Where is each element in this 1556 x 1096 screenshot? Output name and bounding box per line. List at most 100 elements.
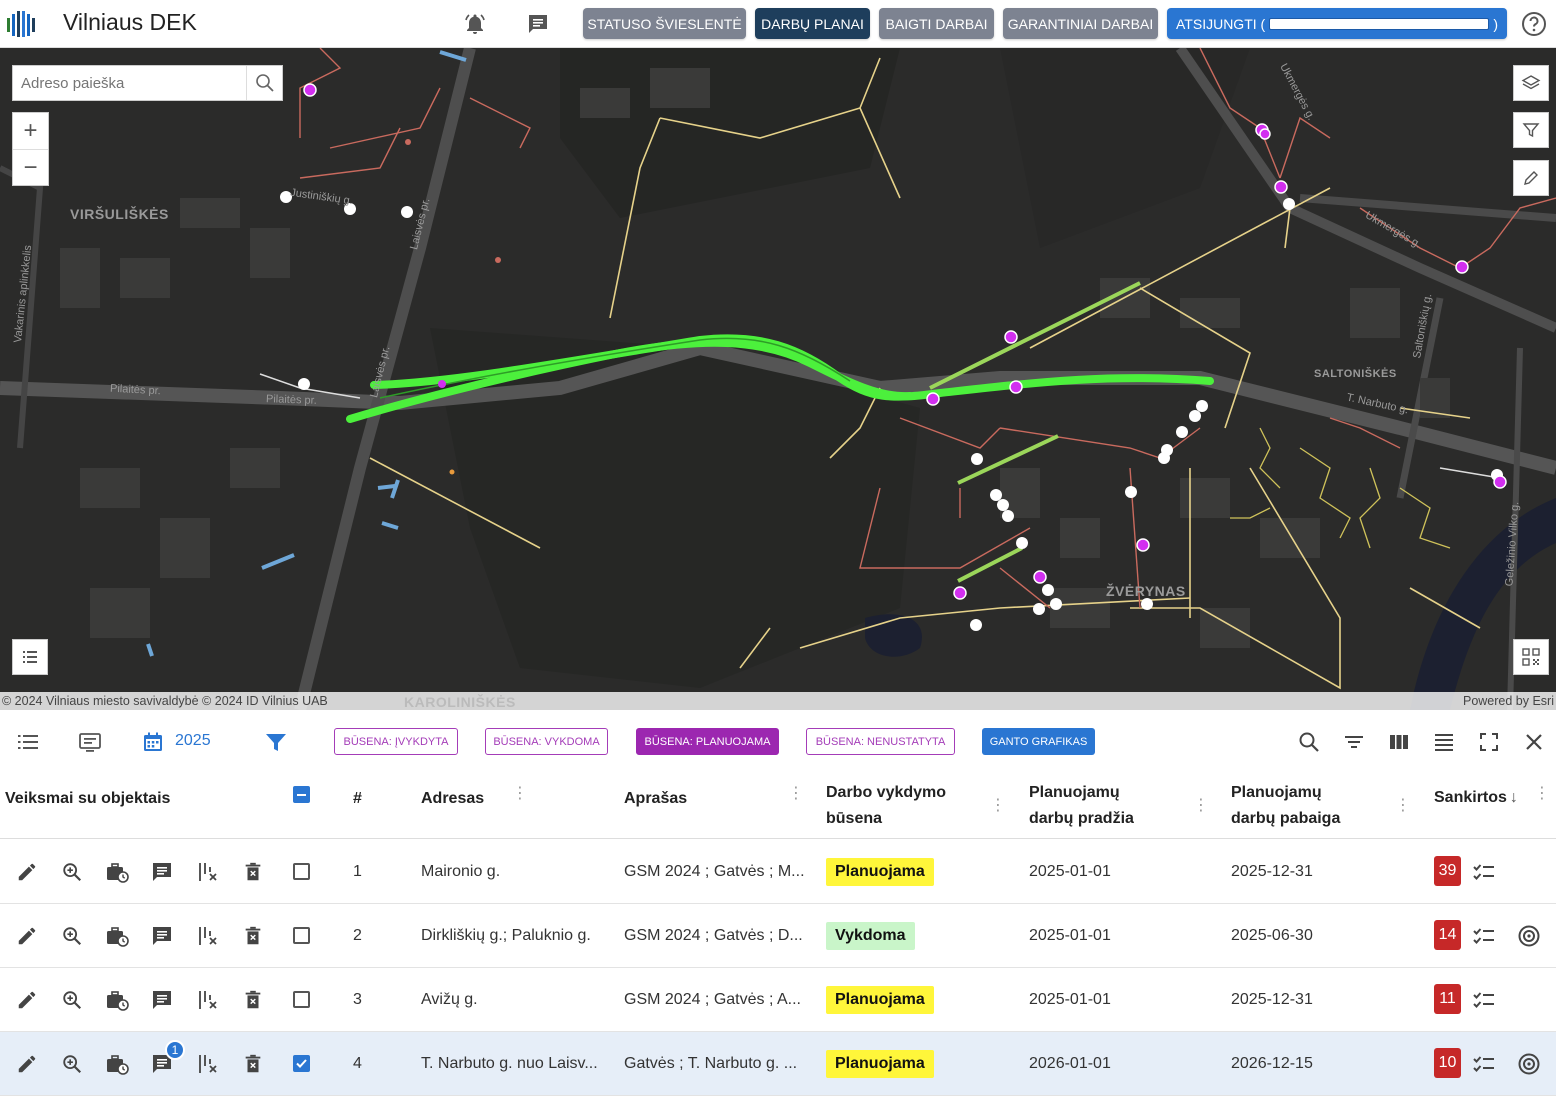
pencil-icon[interactable] bbox=[1513, 160, 1549, 196]
row-address[interactable]: Avižų g. bbox=[421, 968, 606, 1032]
comments-icon[interactable] bbox=[148, 922, 176, 950]
row-checkbox[interactable] bbox=[293, 927, 310, 944]
close-icon[interactable] bbox=[1520, 728, 1548, 756]
column-menu-end-icon[interactable]: ⋮ bbox=[1395, 798, 1411, 814]
table-filter-lines-icon[interactable] bbox=[1340, 728, 1368, 756]
zoom-to-object-icon[interactable] bbox=[58, 986, 86, 1014]
row-description[interactable]: GSM 2024 ; Gatvės ; A... bbox=[624, 968, 810, 1032]
row-description[interactable]: Gatvės ; T. Narbuto g. ... bbox=[624, 1032, 810, 1096]
view-details-icon[interactable] bbox=[76, 728, 104, 756]
intersections-count-badge[interactable]: 14 bbox=[1434, 920, 1461, 950]
work-history-icon[interactable] bbox=[103, 986, 131, 1014]
columns-icon[interactable] bbox=[1385, 728, 1413, 756]
search-icon[interactable] bbox=[246, 66, 282, 100]
calendar-icon[interactable] bbox=[139, 728, 167, 756]
zoom-to-object-icon[interactable] bbox=[58, 922, 86, 950]
column-menu-address-icon[interactable]: ⋮ bbox=[512, 786, 528, 802]
comments-icon[interactable] bbox=[148, 986, 176, 1014]
fullscreen-icon[interactable] bbox=[1475, 728, 1503, 756]
address-search[interactable] bbox=[12, 65, 283, 101]
help-icon[interactable] bbox=[1521, 11, 1547, 37]
edit-pencil-icon[interactable] bbox=[13, 858, 41, 886]
target-icon[interactable] bbox=[1515, 922, 1543, 950]
delete-icon[interactable] bbox=[239, 922, 267, 950]
edit-pencil-icon[interactable] bbox=[13, 1050, 41, 1078]
notifications-bell-icon[interactable] bbox=[462, 11, 488, 37]
chip-status-ivykdyta[interactable]: BŪSENA: ĮVYKDYTA bbox=[334, 728, 458, 755]
intersections-settings-icon[interactable] bbox=[194, 1050, 222, 1078]
header-status[interactable]: Darbo vykdymo būsena bbox=[826, 772, 946, 839]
work-plans-button[interactable]: DARBŲ PLANAI bbox=[755, 8, 870, 39]
column-menu-description-icon[interactable]: ⋮ bbox=[788, 786, 804, 802]
edit-pencil-icon[interactable] bbox=[13, 922, 41, 950]
messages-icon[interactable] bbox=[525, 11, 551, 37]
work-history-icon[interactable] bbox=[103, 922, 131, 950]
header-end[interactable]: Planuojamų darbų pabaiga bbox=[1231, 772, 1340, 839]
zoom-to-object-icon[interactable] bbox=[58, 1050, 86, 1078]
chip-status-nenustatyta[interactable]: BŪSENA: NENUSTATYTA bbox=[806, 728, 955, 755]
checklist-icon[interactable] bbox=[1470, 922, 1498, 950]
qr-code-icon[interactable] bbox=[1513, 639, 1549, 675]
layers-icon[interactable] bbox=[1513, 65, 1549, 101]
header-start[interactable]: Planuojamų darbų pradžia bbox=[1029, 772, 1134, 839]
delete-icon[interactable] bbox=[239, 1050, 267, 1078]
table-row[interactable]: 3 Avižų g. GSM 2024 ; Gatvės ; A... Plan… bbox=[0, 968, 1556, 1032]
header-status-line2: būsena bbox=[826, 809, 883, 827]
density-icon[interactable] bbox=[1430, 728, 1458, 756]
work-history-icon[interactable] bbox=[103, 858, 131, 886]
year-selector[interactable]: 2025 bbox=[175, 732, 211, 750]
intersections-count-badge[interactable]: 11 bbox=[1434, 984, 1461, 1014]
chip-status-planuojama[interactable]: BŪSENA: PLANUOJAMA bbox=[636, 728, 779, 755]
checklist-icon[interactable] bbox=[1470, 986, 1498, 1014]
work-history-icon[interactable] bbox=[103, 1050, 131, 1078]
gantt-chart-button[interactable]: GANTO GRAFIKAS bbox=[982, 728, 1095, 755]
table-row[interactable]: 2 Dirkliškių g.; Paluknio g. GSM 2024 ; … bbox=[0, 904, 1556, 968]
intersections-settings-icon[interactable] bbox=[194, 986, 222, 1014]
intersections-count-badge[interactable]: 39 bbox=[1434, 856, 1461, 886]
comments-icon[interactable] bbox=[148, 858, 176, 886]
map-view[interactable]: VIRŠULIŠKĖS SALTONIŠKĖS ŽVĖRYNAS KAROLIN… bbox=[0, 48, 1556, 710]
row-address[interactable]: Dirkliškių g.; Paluknio g. bbox=[421, 904, 606, 968]
zoom-out-button[interactable]: − bbox=[13, 149, 48, 185]
header-description[interactable]: Aprašas bbox=[624, 765, 687, 832]
address-search-input[interactable] bbox=[13, 66, 246, 100]
column-menu-status-icon[interactable]: ⋮ bbox=[990, 798, 1006, 814]
row-address[interactable]: T. Narbuto g. nuo Laisv... bbox=[421, 1032, 606, 1096]
list-menu-icon[interactable] bbox=[14, 728, 42, 756]
table-search-icon[interactable] bbox=[1295, 728, 1323, 756]
select-all-checkbox[interactable] bbox=[293, 786, 310, 803]
zoom-to-object-icon[interactable] bbox=[58, 858, 86, 886]
intersections-settings-icon[interactable] bbox=[194, 922, 222, 950]
status-board-button[interactable]: STATUSO ŠVIESLENTĖ bbox=[583, 8, 746, 39]
edit-pencil-icon[interactable] bbox=[13, 986, 41, 1014]
column-menu-intersections-icon[interactable]: ⋮ bbox=[1534, 786, 1550, 802]
legend-list-icon[interactable] bbox=[12, 639, 48, 675]
table-row[interactable]: 4 T. Narbuto g. nuo Laisv... Gatvės ; T.… bbox=[0, 1032, 1556, 1096]
logout-button[interactable]: ATSIJUNGTI ( ) bbox=[1167, 8, 1507, 39]
chip-status-vykdoma[interactable]: BŪSENA: VYKDOMA bbox=[485, 728, 608, 755]
row-checkbox[interactable] bbox=[293, 863, 310, 880]
warranty-works-button[interactable]: GARANTINIAI DARBAI bbox=[1003, 8, 1158, 39]
intersections-count-badge[interactable]: 10 bbox=[1434, 1048, 1461, 1078]
map-filter-icon[interactable] bbox=[1513, 112, 1549, 148]
row-address[interactable]: Maironio g. bbox=[421, 840, 606, 904]
header-address[interactable]: Adresas bbox=[421, 765, 484, 832]
zoom-in-button[interactable]: + bbox=[13, 113, 48, 149]
checklist-icon[interactable] bbox=[1470, 858, 1498, 886]
row-start-date: 2026-01-01 bbox=[1029, 1055, 1111, 1072]
row-description[interactable]: GSM 2024 ; Gatvės ; D... bbox=[624, 904, 810, 968]
header-intersections[interactable]: Sankirtos ↓ bbox=[1434, 764, 1518, 831]
row-description[interactable]: GSM 2024 ; Gatvės ; M... bbox=[624, 840, 810, 904]
row-checkbox[interactable] bbox=[293, 991, 310, 1008]
target-icon[interactable] bbox=[1515, 1050, 1543, 1078]
filter-icon[interactable] bbox=[262, 728, 290, 756]
checklist-icon[interactable] bbox=[1470, 1050, 1498, 1078]
delete-icon[interactable] bbox=[239, 986, 267, 1014]
delete-icon[interactable] bbox=[239, 858, 267, 886]
column-menu-start-icon[interactable]: ⋮ bbox=[1193, 798, 1209, 814]
intersections-settings-icon[interactable] bbox=[194, 858, 222, 886]
sort-desc-icon[interactable]: ↓ bbox=[1510, 785, 1518, 811]
table-row[interactable]: 1 Maironio g. GSM 2024 ; Gatvės ; M... P… bbox=[0, 840, 1556, 904]
finished-works-button[interactable]: BAIGTI DARBAI bbox=[879, 8, 994, 39]
row-checkbox[interactable] bbox=[293, 1055, 310, 1072]
